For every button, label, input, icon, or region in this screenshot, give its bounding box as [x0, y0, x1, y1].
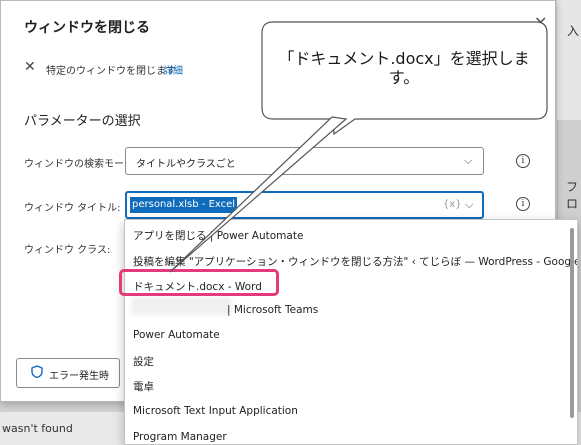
dropdown-item[interactable]: 電卓	[133, 379, 154, 394]
window-title-label: ウィンドウ タイトル:	[24, 203, 121, 214]
background-side-label: 入	[567, 24, 580, 38]
info-icon[interactable]: i	[516, 154, 530, 168]
chevron-down-icon[interactable]: ⌵	[465, 198, 473, 212]
dropdown-item[interactable]: Microsoft Text Input Application	[133, 405, 298, 417]
dropdown-scrollbar[interactable]	[570, 228, 574, 418]
callout-text: 「ドキュメント.docx」を選択しま す。	[262, 49, 546, 87]
variable-icon[interactable]: {x}	[443, 199, 462, 210]
dropdown-item[interactable]: | Microsoft Teams	[227, 304, 318, 316]
dropdown-item[interactable]: Program Manager	[133, 431, 227, 443]
background-side-panel-top: 入	[557, 0, 581, 120]
background-side-label-flow: フロ	[566, 180, 579, 211]
on-error-button[interactable]: エラー発生時	[16, 358, 120, 388]
dialog-title: ウィンドウを閉じる	[24, 20, 150, 36]
close-window-icon: ✕	[24, 59, 36, 75]
info-icon[interactable]: i	[516, 197, 530, 211]
on-error-label: エラー発生時	[49, 371, 109, 382]
background-status-text: wasn't found	[2, 422, 73, 435]
details-link[interactable]: 詳細	[163, 62, 183, 77]
callout-pointer	[169, 116, 348, 273]
shield-icon	[31, 365, 43, 381]
callout-line-2: す。	[388, 68, 420, 87]
window-class-label: ウィンドウ クラス:	[24, 245, 111, 256]
blurred-region	[131, 297, 231, 315]
action-description: 特定のウィンドウを閉じます	[46, 66, 176, 77]
dropdown-item[interactable]: 設定	[133, 354, 154, 369]
dropdown-item[interactable]: Power Automate	[133, 329, 220, 341]
search-mode-label: ウィンドウの検索モード:	[24, 159, 138, 170]
callout-line-1: 「ドキュメント.docx」を選択しま	[278, 49, 530, 68]
chevron-down-icon: ⌵	[464, 154, 473, 167]
section-title: パラメーターの選択	[24, 114, 141, 129]
